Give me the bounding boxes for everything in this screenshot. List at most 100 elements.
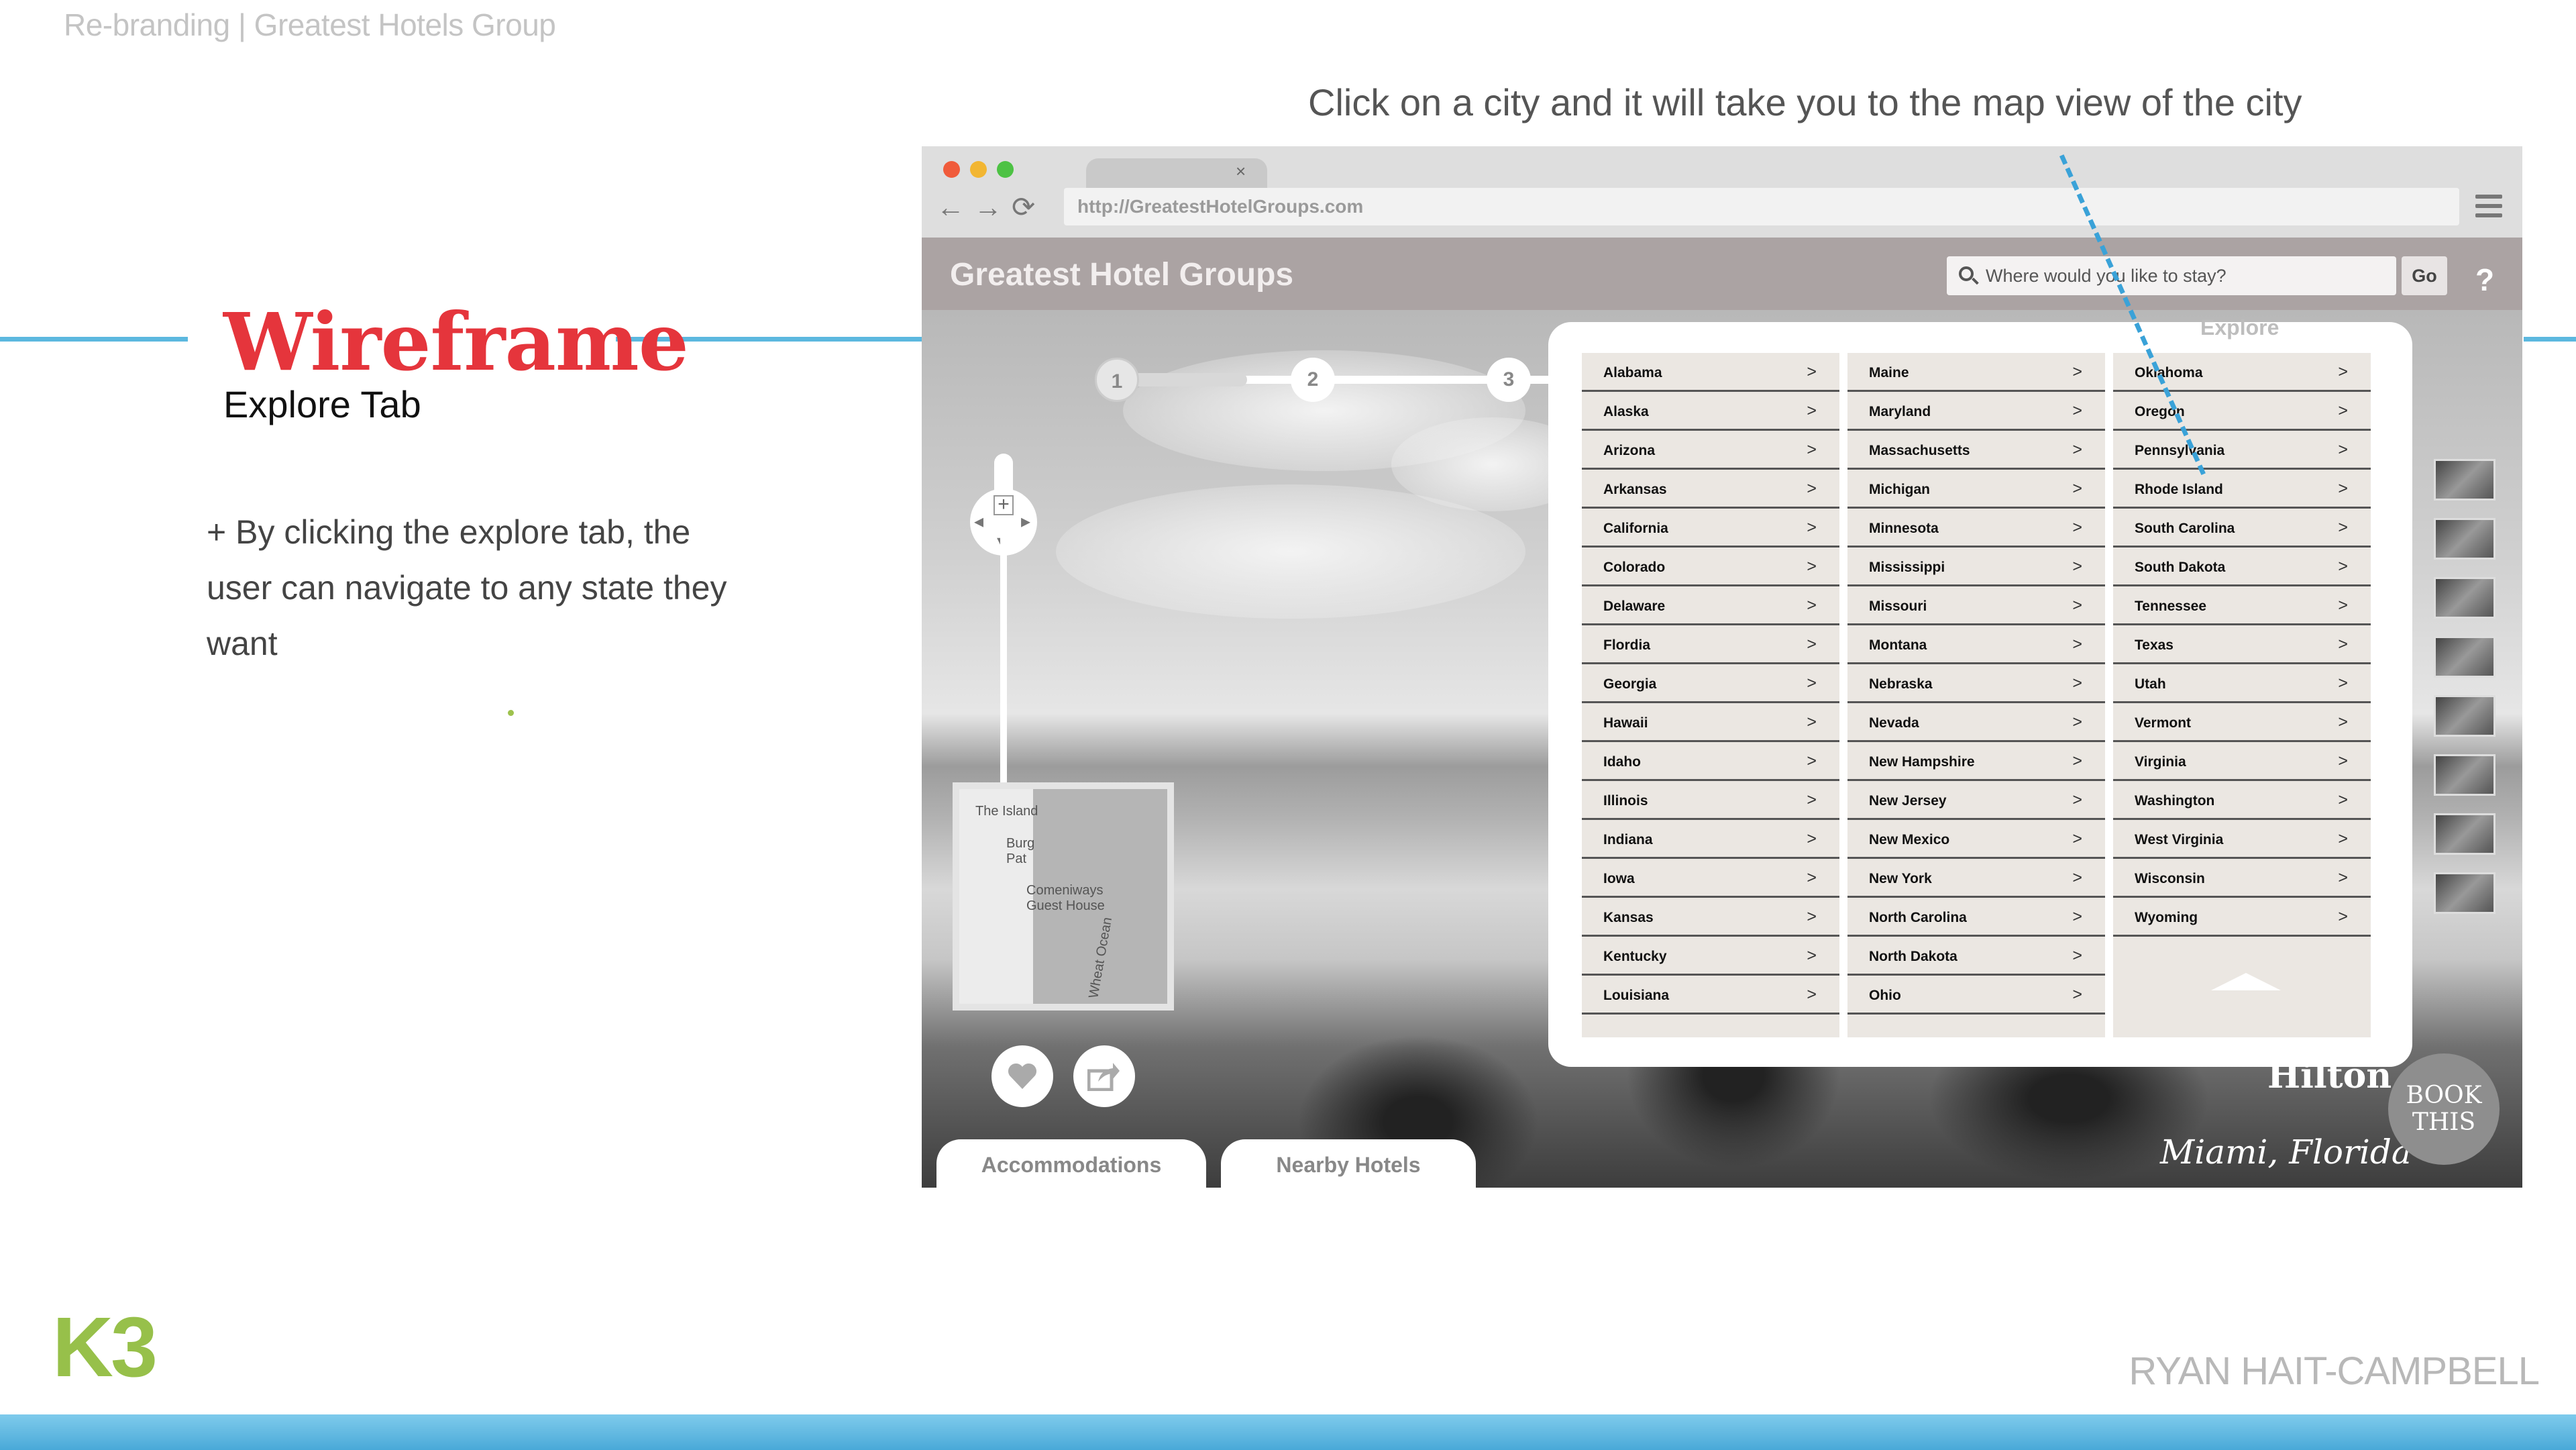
reload-icon[interactable]: ⟳ — [1012, 191, 1044, 223]
state-row[interactable]: Pennsylvania > — [2113, 431, 2371, 470]
step-3[interactable]: 3 — [1487, 358, 1531, 402]
state-row[interactable]: New York > — [1847, 859, 2105, 898]
state-row[interactable]: Missouri > — [1847, 586, 2105, 625]
state-row[interactable]: Utah > — [2113, 664, 2371, 703]
state-row[interactable]: Virginia > — [2113, 742, 2371, 781]
state-name: New Hampshire — [1869, 754, 1975, 770]
chevron-right-icon: > — [2072, 790, 2082, 809]
state-row[interactable]: Ohio > — [1847, 976, 2105, 1015]
tab-accommodations[interactable]: Accommodations — [936, 1139, 1206, 1188]
state-row[interactable]: Minnesota > — [1847, 509, 2105, 548]
street-view-pegman-icon[interactable] — [994, 454, 1013, 494]
state-row[interactable]: West Virginia > — [2113, 820, 2371, 859]
scroll-up-arrow-icon[interactable] — [2211, 973, 2281, 990]
search-input[interactable]: Where would you like to stay? — [1947, 256, 2396, 295]
step-1[interactable]: 1 — [1095, 358, 1139, 402]
chevron-right-icon: > — [2072, 907, 2082, 926]
hotel-thumbnail[interactable] — [2434, 754, 2496, 796]
state-row[interactable]: Massachusetts > — [1847, 431, 2105, 470]
state-row[interactable]: Nebraska > — [1847, 664, 2105, 703]
zoom-in-button[interactable]: + — [994, 495, 1014, 515]
state-row[interactable]: Kansas > — [1582, 898, 1839, 937]
step-2[interactable]: 2 — [1291, 358, 1335, 402]
state-row[interactable]: Arkansas > — [1582, 470, 1839, 509]
state-row[interactable]: Flordia > — [1582, 625, 1839, 664]
state-name: Vermont — [2135, 715, 2192, 731]
state-row[interactable]: Alabama > — [1582, 353, 1839, 392]
state-row[interactable]: New Mexico > — [1847, 820, 2105, 859]
state-row[interactable]: Mississippi > — [1847, 548, 2105, 586]
minimize-window-dot[interactable] — [970, 161, 987, 178]
tab-close-icon[interactable]: × — [1236, 161, 1246, 182]
state-row[interactable]: Hawaii > — [1582, 703, 1839, 742]
state-row[interactable]: Alaska > — [1582, 392, 1839, 431]
arrow-right-icon[interactable]: → — [974, 191, 1012, 223]
state-row[interactable]: Wisconsin > — [2113, 859, 2371, 898]
state-row[interactable]: Oregon > — [2113, 392, 2371, 431]
tab-nearby-hotels[interactable]: Nearby Hotels — [1221, 1139, 1476, 1188]
state-name: Flordia — [1603, 637, 1651, 653]
state-row[interactable]: Louisiana > — [1582, 976, 1839, 1015]
chevron-right-icon: > — [1807, 946, 1817, 965]
state-row[interactable]: Colorado > — [1582, 548, 1839, 586]
state-row[interactable]: Montana > — [1847, 625, 2105, 664]
state-row[interactable]: Tennessee > — [2113, 586, 2371, 625]
hotel-thumbnail[interactable] — [2434, 577, 2496, 619]
minimap-label: Comeniways Guest House — [1026, 883, 1105, 913]
help-icon[interactable]: ? — [2475, 262, 2494, 298]
state-row[interactable]: Rhode Island > — [2113, 470, 2371, 509]
hotel-location: Miami, Florida — [2160, 1133, 2412, 1172]
state-row[interactable]: Wyoming > — [2113, 898, 2371, 937]
site-title[interactable]: Greatest Hotel Groups — [950, 256, 1293, 293]
state-row[interactable]: North Dakota > — [1847, 937, 2105, 976]
chevron-right-icon: > — [2338, 752, 2348, 770]
chevron-right-icon: > — [1807, 596, 1817, 615]
hamburger-menu-icon[interactable] — [2475, 195, 2502, 219]
state-row[interactable]: Maryland > — [1847, 392, 2105, 431]
state-row[interactable]: Illinois > — [1582, 781, 1839, 820]
hotel-thumbnail[interactable] — [2434, 695, 2496, 737]
state-row[interactable]: Vermont > — [2113, 703, 2371, 742]
chevron-right-icon: > — [1807, 401, 1817, 420]
state-row[interactable]: Delaware > — [1582, 586, 1839, 625]
go-button[interactable]: Go — [2402, 256, 2447, 295]
hotel-thumbnail[interactable] — [2434, 518, 2496, 560]
tab-explore[interactable]: Explore — [2200, 315, 2279, 340]
pan-right-icon[interactable]: ▸ — [1021, 510, 1030, 532]
hotel-thumbnail[interactable] — [2434, 872, 2496, 914]
minimap[interactable]: The Island Burg Pat Comeniways Guest Hou… — [953, 782, 1174, 1011]
state-row[interactable]: New Jersey > — [1847, 781, 2105, 820]
state-row[interactable]: Idaho > — [1582, 742, 1839, 781]
book-label: BOOK — [2406, 1082, 2482, 1109]
share-button[interactable] — [1073, 1045, 1135, 1107]
close-window-dot[interactable] — [943, 161, 960, 178]
arrow-left-icon[interactable]: ← — [936, 191, 974, 223]
favorite-button[interactable] — [991, 1045, 1053, 1107]
hotel-thumbnail[interactable] — [2434, 459, 2496, 501]
url-bar[interactable]: http://GreatestHotelGroups.com — [1064, 188, 2459, 225]
state-row[interactable]: Indiana > — [1582, 820, 1839, 859]
state-row[interactable]: Texas > — [2113, 625, 2371, 664]
state-row[interactable]: Washington > — [2113, 781, 2371, 820]
state-row[interactable]: Nevada > — [1847, 703, 2105, 742]
state-row[interactable]: Georgia > — [1582, 664, 1839, 703]
state-row[interactable]: Kentucky > — [1582, 937, 1839, 976]
hotel-thumbnail[interactable] — [2434, 813, 2496, 855]
state-name: Hawaii — [1603, 715, 1648, 731]
state-row[interactable]: South Dakota > — [2113, 548, 2371, 586]
state-row[interactable]: Iowa > — [1582, 859, 1839, 898]
chevron-right-icon: > — [1807, 752, 1817, 770]
pan-left-icon[interactable]: ◂ — [974, 510, 983, 532]
state-row[interactable]: Arizona > — [1582, 431, 1839, 470]
state-row[interactable]: California > — [1582, 509, 1839, 548]
state-row[interactable]: Michigan > — [1847, 470, 2105, 509]
state-row[interactable]: New Hampshire > — [1847, 742, 2105, 781]
state-name: Michigan — [1869, 482, 1931, 497]
hotel-thumbnail[interactable] — [2434, 636, 2496, 678]
chevron-right-icon: > — [1807, 985, 1817, 1004]
book-this-button[interactable]: BOOK THIS — [2388, 1053, 2500, 1165]
state-row[interactable]: Maine > — [1847, 353, 2105, 392]
maximize-window-dot[interactable] — [997, 161, 1014, 178]
state-row[interactable]: South Carolina > — [2113, 509, 2371, 548]
state-row[interactable]: North Carolina > — [1847, 898, 2105, 937]
